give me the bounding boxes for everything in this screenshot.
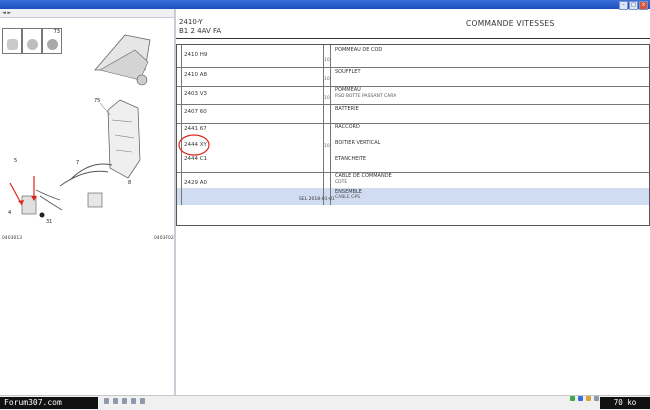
app-icon[interactable] [140, 398, 145, 404]
table-row-selected[interactable]: ENSEMBLE CABLE GPS SEL 2018-01-01 [177, 188, 649, 205]
part-number: 2429 A0 [184, 180, 208, 186]
thumbnail[interactable] [2, 28, 22, 54]
part-description: RACCORD [335, 124, 360, 130]
diagram-code: 0403013 [2, 236, 23, 241]
callout-label: 8 [128, 180, 132, 186]
close-button[interactable]: × [639, 1, 648, 10]
gear-knob [136, 74, 148, 86]
cable-lines [59, 163, 113, 187]
part-description: BOITIER VERTICAL [335, 140, 381, 146]
part-number: 2410 H9 [184, 52, 208, 58]
selection-annotation: SEL 2018-01-01 [299, 197, 335, 202]
part-number: 2410 A8 [184, 72, 208, 78]
table-row[interactable]: 2410 A8 10 SOUFFLET [177, 67, 649, 87]
system-tray [570, 396, 599, 401]
page-title: COMMANDE VITESSES [466, 19, 555, 28]
parts-list-pane: 2410-Y B1 2 4AV FA COMMANDE VITESSES 241… [176, 18, 650, 226]
diagram-code: 0403F02 [154, 236, 174, 241]
table-row[interactable]: 2441 67 2444 XY 10 RACCORD BOITIER VERTI… [177, 123, 649, 173]
callout-label: 31 [46, 219, 53, 225]
leader-line [99, 102, 111, 116]
part-subdescription: CDTE [335, 180, 348, 185]
back-icon[interactable]: ◄ ► [2, 10, 11, 16]
tray-icon[interactable] [578, 396, 583, 401]
thumb-image [7, 39, 18, 50]
part-number: 2403 V3 [184, 91, 208, 97]
callout-label: 4 [8, 210, 12, 216]
app-icon[interactable] [131, 398, 136, 404]
parts-header: 2410-Y B1 2 4AV FA COMMANDE VITESSES [176, 18, 650, 42]
part-number: 2444 C1 [184, 156, 208, 162]
cable-end-lines [35, 189, 63, 211]
maximize-button[interactable]: □ [629, 1, 638, 10]
shifter-housing [107, 99, 141, 179]
minimize-button[interactable]: – [619, 1, 628, 10]
callout-label: 5 [14, 158, 18, 164]
part-description: POMMEAU DE COD [335, 47, 383, 53]
header-rule [176, 38, 650, 39]
part-description: ETANCHEITE [335, 156, 367, 162]
callout-label: 75 [94, 98, 101, 104]
parts-table: 2410 H9 10 POMMEAU DE COD 2410 A8 10 SOU… [176, 44, 650, 226]
part-subdescription: CABLE GPS [335, 195, 361, 200]
fastener [39, 212, 45, 218]
part-subdescription: RSD BOTTE PASSANT CARA [335, 94, 397, 99]
table-row[interactable]: 2403 V3 10 POMMEAU RSD BOTTE PASSANT CAR… [177, 86, 649, 105]
thumbnail[interactable]: 73 [42, 28, 62, 54]
clip-part [87, 192, 103, 208]
thumbnail-strip: 73 [2, 28, 62, 54]
tray-icon[interactable] [586, 396, 591, 401]
tray-icon[interactable] [594, 396, 599, 401]
table-row[interactable]: 2410 H9 10 POMMEAU DE COD [177, 45, 649, 68]
row-qty: 10 [324, 58, 330, 63]
part-description: BATTERIE [335, 106, 359, 112]
part-description: CABLE DE COMMANDE [335, 173, 392, 179]
row-qty: 10 [324, 96, 330, 101]
file-size-badge: 70 ko [600, 397, 650, 409]
app-icon[interactable] [104, 398, 109, 404]
window-title-bar: – □ × [0, 0, 650, 10]
callout-label: 7 [76, 160, 80, 166]
app-icon[interactable] [113, 398, 118, 404]
thumb-image [27, 39, 38, 50]
forum-watermark: Forum307.com [0, 397, 98, 409]
taskbar-icons [104, 398, 145, 404]
app-icon[interactable] [122, 398, 127, 404]
part-description: SOUFFLET [335, 69, 361, 75]
parts-diagram-pane: 73 75 5 8 4 31 7 0403013 0403F02 [0, 18, 174, 241]
table-row[interactable]: 2407 60 BATTERIE [177, 104, 649, 124]
group-subtitle: B1 2 4AV FA [179, 27, 222, 35]
window-controls: – □ × [619, 1, 648, 10]
thumbnail[interactable] [22, 28, 42, 54]
group-code: 2410-Y [179, 18, 203, 26]
tray-icon[interactable] [570, 396, 575, 401]
thumb-image [47, 39, 58, 50]
row-qty: 10 [324, 77, 330, 82]
row-qty: 10 [324, 144, 330, 149]
part-number: 2407 60 [184, 109, 207, 115]
address-bar: ◄ ► [0, 9, 174, 18]
part-description: POMMEAU [335, 87, 361, 93]
part-number: 2444 XY [184, 142, 207, 148]
table-row[interactable]: 2429 A0 CABLE DE COMMANDE CDTE [177, 172, 649, 189]
part-number: 2441 67 [184, 126, 207, 132]
